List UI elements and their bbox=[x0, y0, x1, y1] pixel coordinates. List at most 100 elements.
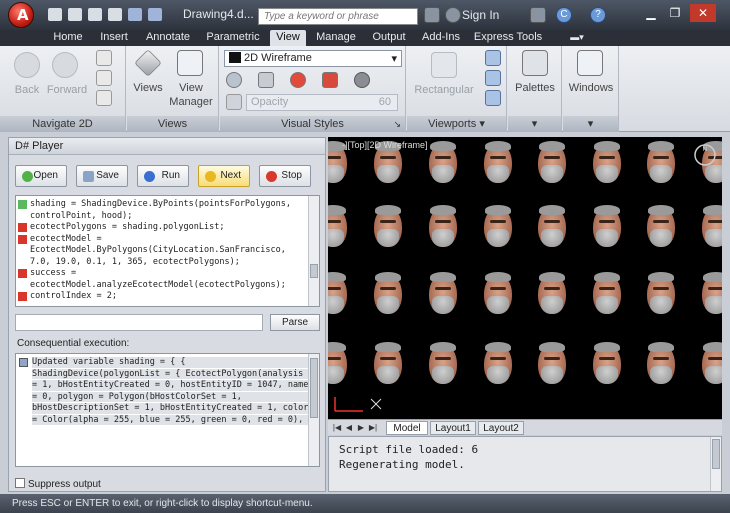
checkbox-icon[interactable] bbox=[15, 478, 25, 488]
pending-marker-icon[interactable] bbox=[18, 292, 27, 301]
viewport-label[interactable]: -][Top][2D Wireframe] bbox=[342, 140, 428, 150]
save-as-icon[interactable] bbox=[108, 8, 122, 21]
rectangular-button[interactable]: Rectangular bbox=[409, 84, 479, 96]
pan-hand-icon[interactable] bbox=[96, 50, 112, 66]
script-line[interactable]: shading = ShadingDevice.ByPoints(pointsF… bbox=[16, 199, 306, 210]
palettes-icon[interactable] bbox=[522, 50, 548, 76]
back-button[interactable]: Back bbox=[8, 84, 46, 96]
palettes-button[interactable]: Palettes bbox=[508, 82, 562, 94]
tab-annotate[interactable]: Annotate bbox=[140, 30, 196, 46]
model-viewport[interactable]: -][Top][2D Wireframe] N bbox=[328, 137, 722, 419]
tab-view[interactable]: View bbox=[270, 30, 306, 46]
tab-manage[interactable]: Manage bbox=[310, 30, 362, 46]
join-viewport-icon[interactable] bbox=[485, 50, 501, 66]
forward-arrow-icon[interactable] bbox=[52, 52, 78, 78]
application-menu-button[interactable]: A bbox=[8, 2, 34, 28]
command-window[interactable]: Script file loaded: 6 Regenerating model… bbox=[328, 436, 722, 492]
stop-button[interactable]: Stop bbox=[259, 165, 311, 187]
windows-icon[interactable] bbox=[577, 50, 603, 76]
viewport-config-icon[interactable] bbox=[485, 90, 501, 106]
pending-marker-icon[interactable] bbox=[18, 269, 27, 278]
prev-layout-icon[interactable]: ◀ bbox=[344, 423, 354, 433]
windows-button[interactable]: Windows bbox=[563, 82, 619, 94]
opacity-slider[interactable]: Opacity 60 bbox=[246, 94, 398, 111]
navigation-wheel-icon[interactable]: N bbox=[693, 143, 717, 167]
script-line[interactable]: success = bbox=[16, 268, 306, 279]
restore-viewport-icon[interactable] bbox=[485, 70, 501, 86]
connect-icon[interactable]: C bbox=[556, 7, 572, 23]
tab-add-ins[interactable]: Add-Ins bbox=[416, 30, 466, 46]
binoculars-icon[interactable] bbox=[424, 7, 440, 23]
tab-output[interactable]: Output bbox=[366, 30, 412, 46]
palettes-panel-title[interactable]: ▾ bbox=[508, 116, 561, 132]
tab-express-tools[interactable]: Express Tools bbox=[470, 30, 546, 46]
output-scrollbar[interactable] bbox=[308, 354, 319, 466]
script-scrollbar[interactable] bbox=[308, 196, 319, 306]
script-line[interactable]: 7.0, 19.0, 0.1, 1, 365, ecotectPolygons)… bbox=[16, 257, 306, 268]
tab-home[interactable]: Home bbox=[48, 30, 88, 46]
last-layout-icon[interactable]: ▶| bbox=[368, 423, 378, 433]
dialog-launcher-icon[interactable]: ↘ bbox=[393, 116, 401, 132]
search-input[interactable]: Type a keyword or phrase bbox=[258, 8, 418, 25]
execution-output[interactable]: Updated variable shading = { {ShadingDev… bbox=[15, 353, 320, 467]
pending-marker-icon[interactable] bbox=[18, 234, 27, 244]
script-line[interactable]: controlPoint, hood); bbox=[16, 211, 306, 222]
sign-in-button[interactable]: Sign In bbox=[462, 8, 499, 22]
parse-button[interactable]: Parse bbox=[270, 314, 320, 331]
view-manager-icon[interactable] bbox=[177, 50, 203, 76]
pending-marker-icon[interactable] bbox=[18, 223, 27, 232]
views-cube-icon[interactable] bbox=[134, 49, 162, 77]
view-manager-button[interactable]: View bbox=[165, 82, 217, 94]
script-line[interactable]: ecotectModel = bbox=[16, 234, 306, 245]
open-folder-icon[interactable] bbox=[68, 8, 82, 21]
visual-style-dropdown[interactable]: 2D Wireframe ▾ bbox=[224, 50, 402, 67]
script-line[interactable]: ecotectPolygons = shading.polygonList; bbox=[16, 222, 306, 233]
maximize-icon[interactable]: ❐ bbox=[664, 4, 686, 22]
close-icon[interactable]: ✕ bbox=[690, 4, 716, 22]
face-image bbox=[426, 342, 460, 390]
print-preview-icon[interactable] bbox=[258, 72, 274, 88]
tab-model[interactable]: Model bbox=[386, 421, 428, 435]
next-button[interactable]: Next bbox=[198, 165, 250, 187]
material-icon[interactable] bbox=[354, 72, 370, 88]
executed-marker-icon[interactable] bbox=[18, 200, 27, 209]
back-arrow-icon[interactable] bbox=[14, 52, 40, 78]
chevron-down-icon[interactable]: ▾ bbox=[479, 118, 485, 130]
rectangular-viewport-icon[interactable] bbox=[431, 52, 457, 78]
exchange-icon[interactable] bbox=[530, 7, 546, 23]
views-button[interactable]: Views bbox=[129, 82, 167, 94]
viewports-panel-title: Viewports ▾ bbox=[407, 116, 506, 132]
script-editor[interactable]: shading = ShadingDevice.ByPoints(pointsF… bbox=[15, 195, 320, 307]
tab-layout2[interactable]: Layout2 bbox=[478, 421, 524, 435]
next-layout-icon[interactable]: ▶ bbox=[356, 423, 366, 433]
navigate-2d-panel-title[interactable]: Navigate 2D bbox=[0, 116, 125, 132]
undo-icon[interactable] bbox=[128, 8, 142, 21]
run-button[interactable]: Run bbox=[137, 165, 189, 187]
windows-panel-title[interactable]: ▾ bbox=[563, 116, 618, 132]
new-icon[interactable] bbox=[48, 8, 62, 21]
open-button[interactable]: Open bbox=[15, 165, 67, 187]
zoom-icon[interactable] bbox=[96, 90, 112, 106]
script-line[interactable]: ecotectModel.analyzeEcotectModel(ecotect… bbox=[16, 280, 306, 291]
save-button[interactable]: Save bbox=[76, 165, 128, 187]
tab-insert[interactable]: Insert bbox=[92, 30, 136, 46]
tab-layout1[interactable]: Layout1 bbox=[430, 421, 476, 435]
forward-button[interactable]: Forward bbox=[44, 84, 90, 96]
redo-icon[interactable] bbox=[148, 8, 162, 21]
statement-input[interactable] bbox=[15, 314, 263, 331]
minimize-icon[interactable]: ▁ bbox=[640, 4, 662, 22]
help-icon[interactable]: ? bbox=[590, 7, 606, 23]
script-line[interactable]: controlIndex = 2; bbox=[16, 291, 306, 302]
steering-wheel-icon[interactable] bbox=[96, 70, 112, 86]
shade-icon[interactable] bbox=[226, 72, 242, 88]
script-line[interactable]: EcotectModel.ByPolygons(CityLocation.San… bbox=[16, 245, 306, 256]
command-scrollbar[interactable] bbox=[710, 437, 721, 491]
lights-icon[interactable] bbox=[290, 72, 306, 88]
tab-parametric[interactable]: Parametric bbox=[200, 30, 266, 46]
first-layout-icon[interactable]: |◀ bbox=[332, 423, 342, 433]
suppress-output-checkbox[interactable]: Suppress output bbox=[15, 478, 101, 490]
sun-icon[interactable] bbox=[322, 72, 338, 88]
user-icon[interactable] bbox=[445, 7, 461, 23]
save-icon[interactable] bbox=[88, 8, 102, 21]
ribbon-minimize-icon[interactable]: ▬▾ bbox=[564, 30, 590, 46]
